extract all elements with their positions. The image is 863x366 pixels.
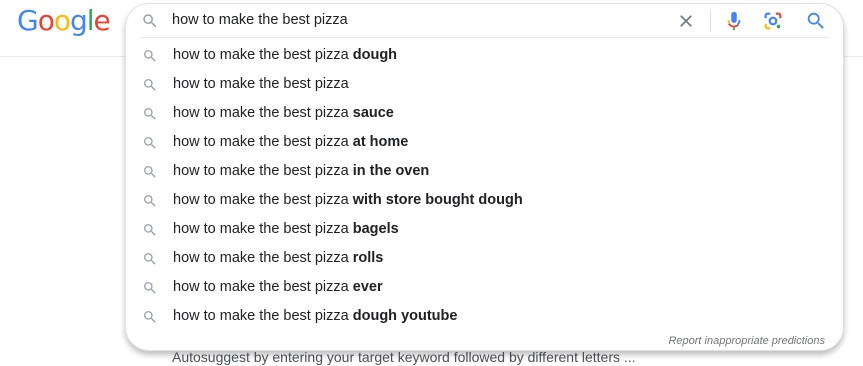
search-bar-divider — [710, 10, 711, 32]
suggestion-text: how to make the best pizza ever — [173, 279, 383, 295]
suggestion-completion: sauce — [352, 105, 394, 121]
search-icon — [143, 14, 157, 28]
logo-letter: o — [53, 4, 71, 37]
search-icon — [142, 77, 158, 97]
search-autocomplete-popup: how to make the best pizza doughhow to m… — [125, 3, 844, 351]
suggestion-text: how to make the best pizza dough — [173, 47, 397, 63]
suggestion-item[interactable]: how to make the best pizza dough — [126, 41, 843, 70]
search-submit-icon[interactable] — [805, 10, 827, 32]
suggestion-completion: with store bought dough — [352, 192, 523, 208]
search-icon — [142, 309, 158, 329]
logo-letter: e — [93, 4, 111, 37]
suggestion-item[interactable]: how to make the best pizza bagels — [126, 215, 843, 244]
search-icon — [142, 48, 158, 68]
search-icon — [142, 164, 158, 184]
search-icon — [142, 106, 158, 126]
suggestion-text: how to make the best pizza bagels — [173, 221, 399, 237]
suggestion-base-text: how to make the best pizza — [173, 308, 349, 324]
suggestion-text: how to make the best pizza sauce — [173, 105, 394, 121]
search-icon — [142, 135, 158, 155]
logo-letter: o — [37, 4, 55, 37]
search-icon — [142, 251, 158, 271]
close-icon[interactable] — [676, 11, 696, 31]
suggestion-item[interactable]: how to make the best pizza in the oven — [126, 157, 843, 186]
suggestion-item[interactable]: how to make the best pizza rolls — [126, 244, 843, 273]
suggestion-completion: rolls — [352, 250, 384, 266]
suggestion-completion: at home — [352, 134, 409, 150]
search-icon — [142, 193, 158, 213]
suggestion-base-text: how to make the best pizza — [173, 163, 349, 179]
suggestion-item[interactable]: how to make the best pizza with store bo… — [126, 186, 843, 215]
logo-letter: g — [69, 4, 88, 37]
suggestion-item[interactable]: how to make the best pizza sauce — [126, 99, 843, 128]
logo-letter: l — [86, 4, 95, 37]
suggestion-completion: in the oven — [352, 163, 430, 179]
suggestion-base-text: how to make the best pizza — [173, 221, 349, 237]
suggestion-base-text: how to make the best pizza — [173, 105, 349, 121]
suggestion-base-text: how to make the best pizza — [173, 47, 349, 63]
microphone-icon[interactable] — [723, 9, 745, 33]
suggestion-text: how to make the best pizza rolls — [173, 250, 383, 266]
suggestion-base-text: how to make the best pizza — [173, 279, 349, 295]
suggestion-item[interactable]: how to make the best pizza — [126, 70, 843, 99]
search-bar-separator — [140, 37, 829, 38]
suggestion-base-text: how to make the best pizza — [173, 134, 349, 150]
suggestion-completion: dough — [352, 47, 398, 63]
google-logo[interactable]: Google — [17, 3, 111, 39]
search-icon — [142, 280, 158, 300]
report-predictions-link[interactable]: Report inappropriate predictions — [668, 335, 825, 347]
suggestion-text: how to make the best pizza dough youtube — [173, 308, 457, 324]
suggestion-completion: dough youtube — [352, 308, 458, 324]
suggestion-text: how to make the best pizza with store bo… — [173, 192, 523, 208]
suggestion-text: how to make the best pizza in the oven — [173, 163, 429, 179]
search-icon — [142, 222, 158, 242]
suggestion-item[interactable]: how to make the best pizza at home — [126, 128, 843, 157]
suggestion-base-text: how to make the best pizza — [173, 192, 349, 208]
logo-letter: G — [17, 4, 39, 37]
suggestion-item[interactable]: how to make the best pizza dough youtube — [126, 302, 843, 331]
suggestion-base-text: how to make the best pizza — [173, 250, 349, 266]
search-input[interactable] — [172, 9, 672, 31]
suggestion-text: how to make the best pizza — [173, 76, 349, 92]
suggestion-item[interactable]: how to make the best pizza ever — [126, 273, 843, 302]
suggestion-text: how to make the best pizza at home — [173, 134, 408, 150]
suggestion-completion: ever — [352, 279, 383, 295]
lens-camera-icon[interactable] — [762, 10, 784, 32]
search-bar — [126, 4, 843, 38]
suggestion-base-text: how to make the best pizza — [173, 76, 349, 92]
suggestion-completion: bagels — [352, 221, 399, 237]
result-snippet: Autosuggest by entering your target keyw… — [172, 349, 636, 365]
